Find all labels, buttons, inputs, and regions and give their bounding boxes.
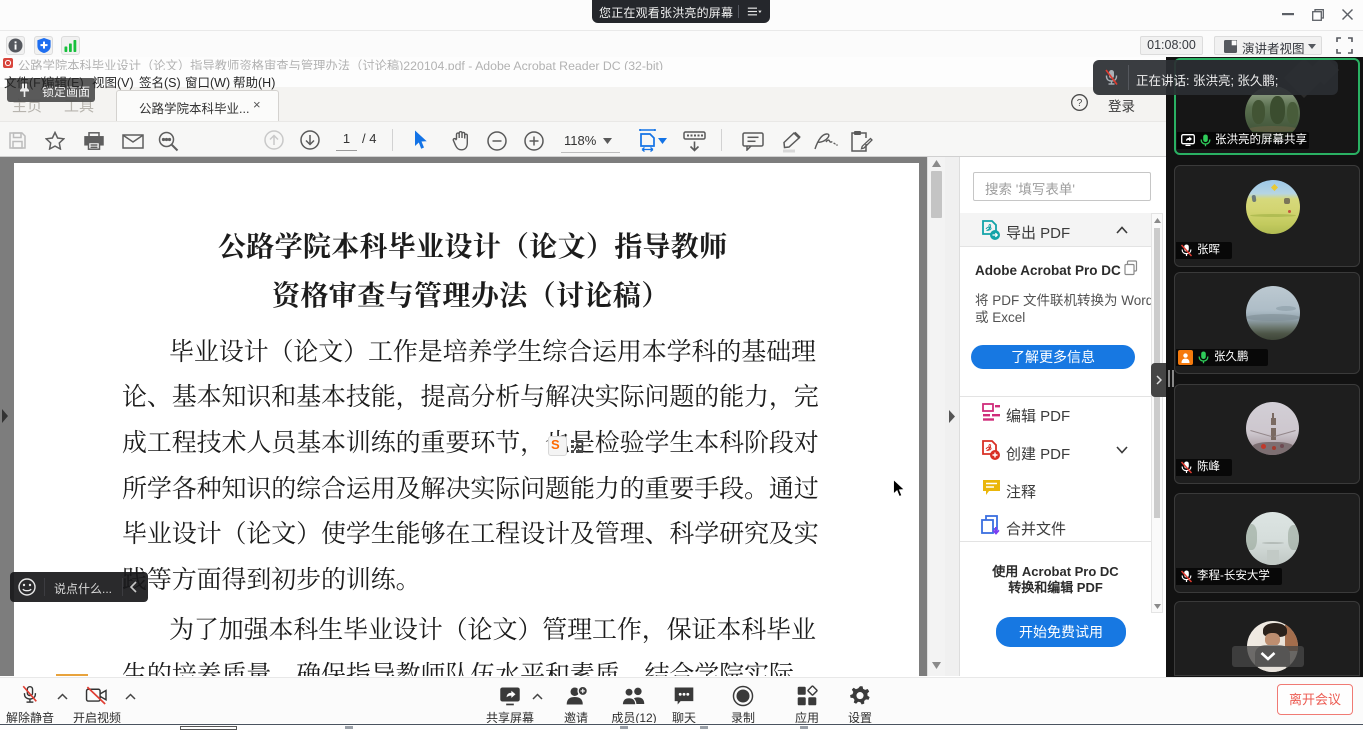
svg-text:?: ? <box>1077 98 1083 109</box>
